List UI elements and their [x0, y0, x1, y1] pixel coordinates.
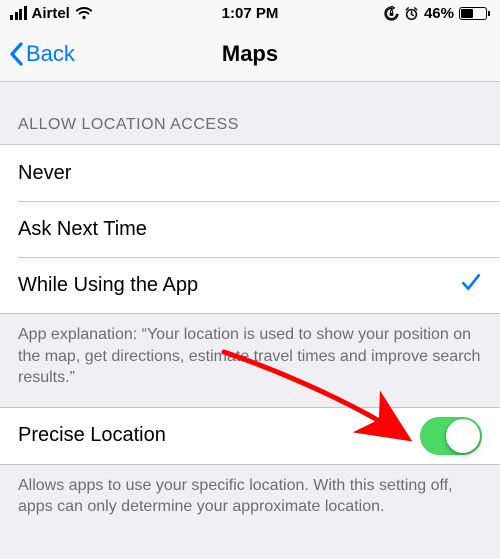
section-footer-explanation: App explanation: “Your location is used …: [0, 314, 500, 407]
back-button[interactable]: Back: [8, 41, 75, 67]
clock-label: 1:07 PM: [222, 5, 279, 22]
option-label: Never: [18, 162, 71, 185]
option-label: Ask Next Time: [18, 218, 147, 241]
carrier-label: Airtel: [32, 5, 70, 22]
section-header-location: ALLOW LOCATION ACCESS: [0, 82, 500, 144]
section-footer-precise: Allows apps to use your specific locatio…: [0, 465, 500, 536]
nav-bar: Back Maps: [0, 26, 500, 82]
precise-location-toggle[interactable]: [420, 417, 482, 455]
page-title: Maps: [222, 41, 278, 67]
signal-bars-icon: [10, 6, 27, 20]
status-right: 46%: [384, 5, 490, 22]
chevron-left-icon: [8, 42, 24, 66]
option-never[interactable]: Never: [0, 145, 500, 201]
option-label: While Using the App: [18, 274, 198, 297]
status-bar: Airtel 1:07 PM 46%: [0, 0, 500, 26]
precise-location-group: Precise Location: [0, 407, 500, 465]
toggle-knob: [446, 419, 480, 453]
option-ask-next-time[interactable]: Ask Next Time: [0, 201, 500, 257]
status-left: Airtel: [10, 5, 93, 22]
battery-pct-label: 46%: [424, 5, 454, 22]
checkmark-icon: [460, 271, 482, 299]
rotation-lock-icon: [384, 6, 399, 21]
alarm-icon: [404, 6, 419, 21]
wifi-icon: [75, 7, 93, 20]
back-label: Back: [26, 41, 75, 67]
option-while-using[interactable]: While Using the App: [0, 257, 500, 313]
precise-location-row[interactable]: Precise Location: [0, 408, 500, 464]
battery-icon: [459, 7, 490, 20]
location-options-group: Never Ask Next Time While Using the App: [0, 144, 500, 314]
precise-location-label: Precise Location: [18, 424, 166, 447]
